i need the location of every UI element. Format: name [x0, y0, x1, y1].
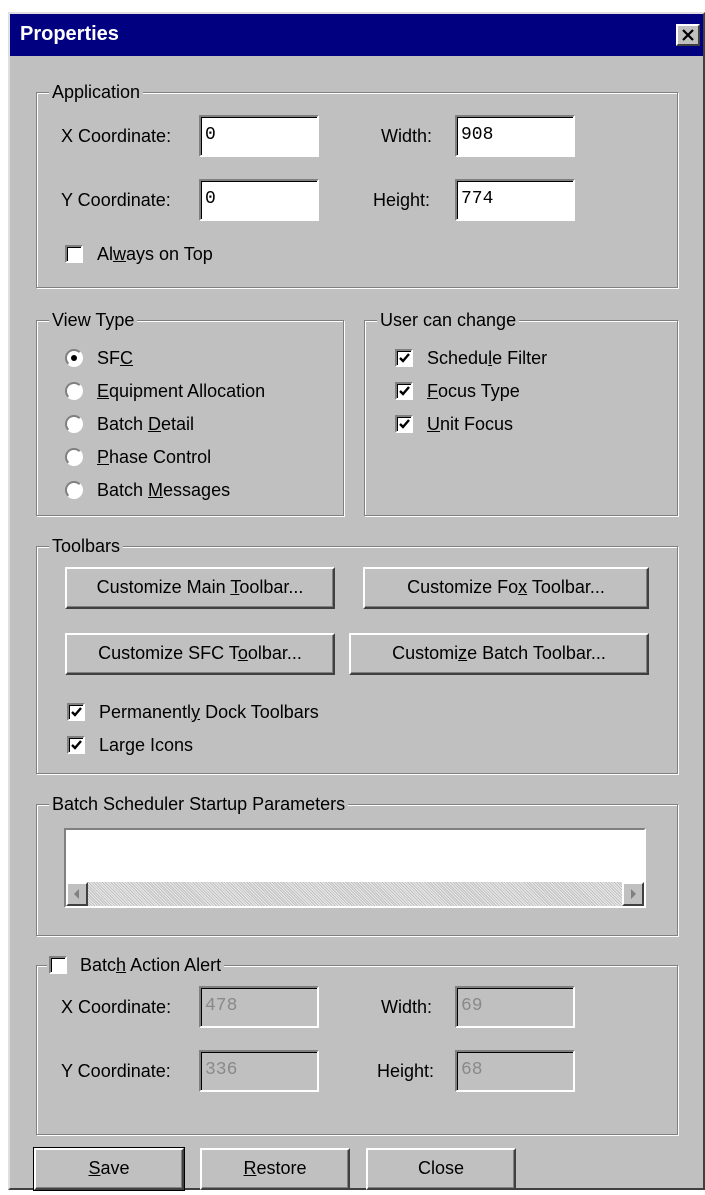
scheduler-parameters-input[interactable]: [64, 828, 646, 908]
close-button[interactable]: Close: [366, 1148, 516, 1190]
checkmark-icon: [399, 353, 410, 363]
application-group: Application X Coordinate: 0 Width: 908 Y…: [36, 81, 678, 288]
alert-y-label: Y Coordinate:: [61, 1061, 171, 1081]
checkmark-icon: [399, 386, 410, 396]
alert-width-label: Width:: [381, 997, 433, 1017]
user-can-change-group-label: User can change: [377, 309, 520, 331]
alert-x-label: X Coordinate:: [61, 997, 172, 1017]
title-bar: Properties: [10, 14, 703, 56]
arrow-right-icon: [631, 889, 636, 899]
scheduler-parameters-group-label: Batch Scheduler Startup Parameters: [49, 793, 349, 815]
always-on-top-checkbox[interactable]: [65, 245, 83, 263]
save-button[interactable]: Save: [33, 1147, 185, 1191]
radio-sfc-label[interactable]: SFC: [97, 347, 133, 369]
customize-main-toolbar-button[interactable]: Customize Main Toolbar...: [65, 567, 335, 609]
batch-action-alert-legend: Batch Action Alert: [47, 954, 225, 976]
customize-fox-toolbar-button[interactable]: Customize Fox Toolbar...: [363, 567, 649, 609]
schedule-filter-checkbox[interactable]: [395, 349, 413, 367]
application-group-label: Application: [49, 81, 144, 103]
always-on-top-label[interactable]: Always on Top: [97, 243, 213, 265]
focus-type-checkbox[interactable]: [395, 382, 413, 400]
close-x-icon: [682, 29, 694, 41]
app-x-field[interactable]: 0: [199, 115, 319, 157]
app-width-label: Width:: [381, 126, 433, 146]
alert-y-field: 336: [199, 1050, 319, 1092]
customize-sfc-toolbar-button[interactable]: Customize SFC Toolbar...: [65, 633, 335, 675]
arrow-left-icon: [74, 889, 79, 899]
alert-width-field: 69: [455, 986, 575, 1028]
customize-batch-toolbar-button[interactable]: Customize Batch Toolbar...: [349, 633, 649, 675]
radio-sfc[interactable]: [65, 349, 83, 367]
app-x-label: X Coordinate:: [61, 126, 172, 146]
batch-action-alert-frame: Batch Action Alert X Coordinate: 478 Wid…: [36, 954, 678, 1135]
large-icons-checkbox[interactable]: [67, 736, 85, 754]
toolbars-group-label: Toolbars: [49, 535, 124, 557]
view-type-group-label: View Type: [49, 309, 138, 331]
radio-selected-dot: [71, 355, 77, 361]
app-y-label: Y Coordinate:: [61, 190, 171, 210]
radio-equipment-allocation[interactable]: [65, 382, 83, 400]
batch-action-alert-checkbox[interactable]: [49, 956, 67, 974]
large-icons-label[interactable]: Large Icons: [99, 734, 193, 756]
checkmark-icon: [71, 707, 82, 717]
radio-batch-detail[interactable]: [65, 415, 83, 433]
focus-type-label[interactable]: Focus Type: [427, 380, 520, 402]
scroll-left-button[interactable]: [66, 882, 88, 906]
radio-batch-messages-label[interactable]: Batch Messages: [97, 479, 230, 501]
checkmark-icon: [71, 740, 82, 750]
radio-phase-control-label[interactable]: Phase Control: [97, 446, 211, 468]
permanently-dock-toolbars-checkbox[interactable]: [67, 703, 85, 721]
scroll-right-button[interactable]: [622, 882, 644, 906]
batch-action-alert-label[interactable]: Batch Action Alert: [80, 955, 221, 975]
properties-dialog: Properties Application X Coordinate: 0 W…: [8, 12, 705, 1191]
radio-batch-messages[interactable]: [65, 481, 83, 499]
user-can-change-group: User can change Schedule Filter Focus Ty…: [364, 309, 678, 516]
view-type-group: View Type SFC Equipment Allocation Batch…: [36, 309, 344, 516]
unit-focus-label[interactable]: Unit Focus: [427, 413, 513, 435]
app-width-field[interactable]: 908: [455, 115, 575, 157]
schedule-filter-label[interactable]: Schedule Filter: [427, 347, 547, 369]
window-title: Properties: [20, 23, 119, 45]
radio-equipment-allocation-label[interactable]: Equipment Allocation: [97, 380, 265, 402]
checkmark-icon: [399, 419, 410, 429]
unit-focus-checkbox[interactable]: [395, 415, 413, 433]
toolbars-group: Toolbars Customize Main Toolbar... Custo…: [36, 535, 678, 774]
horizontal-scrollbar[interactable]: [66, 882, 644, 906]
app-y-field[interactable]: 0: [199, 179, 319, 221]
close-window-button[interactable]: [676, 24, 700, 46]
alert-height-field: 68: [455, 1050, 575, 1092]
radio-batch-detail-label[interactable]: Batch Detail: [97, 413, 194, 435]
radio-phase-control[interactable]: [65, 448, 83, 466]
alert-x-field: 478: [199, 986, 319, 1028]
alert-height-label: Height:: [377, 1061, 435, 1081]
permanently-dock-toolbars-label[interactable]: Permanently Dock Toolbars: [99, 701, 319, 723]
app-height-field[interactable]: 774: [455, 179, 575, 221]
app-height-label: Height:: [373, 190, 431, 210]
restore-button[interactable]: Restore: [200, 1148, 350, 1190]
